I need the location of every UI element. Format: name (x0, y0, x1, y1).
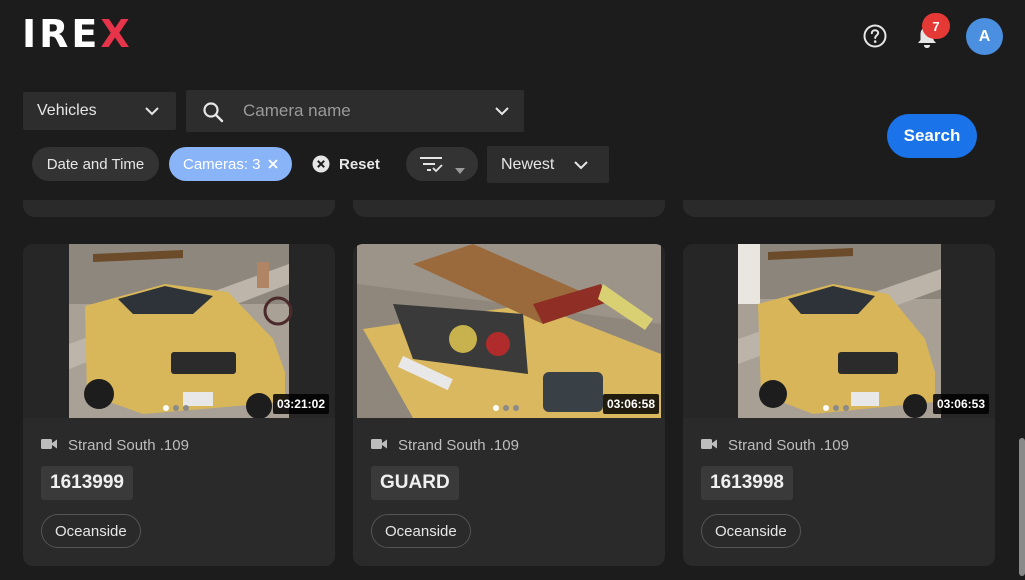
date-time-label: Date and Time (46, 155, 145, 173)
video-camera-icon (701, 437, 717, 454)
camera-info: Strand South .109 (41, 437, 189, 454)
image-carousel-dots[interactable] (493, 405, 519, 411)
chevron-down-icon (144, 103, 160, 124)
search-icon (202, 101, 224, 128)
timestamp-badge: 03:06:53 (932, 394, 989, 414)
user-avatar[interactable]: A (966, 18, 1003, 55)
timestamp-badge: 03:06:58 (602, 394, 659, 414)
clear-circle-icon (312, 155, 330, 173)
object-type-select[interactable]: Vehicles (23, 92, 176, 130)
filter-options-button[interactable] (406, 147, 478, 181)
scrollbar[interactable] (1019, 438, 1025, 576)
sort-value: Newest (501, 155, 555, 173)
camera-info: Strand South .109 (371, 437, 519, 454)
vehicle-snapshot[interactable]: 03:21:02 (23, 244, 335, 418)
irex-logo[interactable]: IREX (22, 14, 133, 54)
result-card[interactable]: 03:06:58 Strand South .109 GUARD Oceansi… (353, 244, 665, 566)
previous-result-card[interactable] (683, 200, 995, 217)
logo-x: X (100, 12, 133, 56)
logo-text: IRE (22, 12, 101, 56)
license-plate: 1613998 (701, 466, 793, 500)
camera-name: Strand South .109 (728, 437, 849, 454)
camera-name: Strand South .109 (68, 437, 189, 454)
camera-name-input[interactable]: Camera name (186, 90, 524, 132)
reset-label: Reset (339, 155, 380, 173)
previous-result-card[interactable] (23, 200, 335, 217)
caret-down-icon (455, 161, 465, 179)
video-camera-icon (41, 437, 57, 454)
sort-select[interactable]: Newest (487, 146, 609, 183)
camera-name-placeholder: Camera name (243, 101, 351, 120)
notification-count-badge: 7 (922, 13, 950, 39)
cameras-chip-label: Cameras: 3 (183, 155, 261, 173)
chevron-down-icon (573, 157, 589, 178)
filter-bar: Vehicles Camera name Date and Time Camer… (0, 72, 1025, 200)
vehicle-snapshot[interactable]: 03:06:58 (353, 244, 665, 418)
result-card[interactable]: 03:21:02 Strand South .109 1613999 Ocean… (23, 244, 335, 566)
timestamp-badge: 03:21:02 (272, 394, 329, 414)
object-type-value: Vehicles (37, 102, 97, 119)
vehicle-snapshot[interactable]: 03:06:53 (683, 244, 995, 418)
license-plate: 1613999 (41, 466, 133, 500)
result-card[interactable]: 03:06:53 Strand South .109 1613998 Ocean… (683, 244, 995, 566)
help-icon[interactable] (862, 23, 888, 49)
location-chip[interactable]: Oceanside (371, 514, 471, 548)
reset-button[interactable]: Reset (312, 147, 380, 181)
camera-name: Strand South .109 (398, 437, 519, 454)
filter-list-icon (419, 155, 443, 178)
location-chip[interactable]: Oceanside (701, 514, 801, 548)
date-time-chip[interactable]: Date and Time (32, 147, 159, 181)
location-chip[interactable]: Oceanside (41, 514, 141, 548)
results-grid: 03:21:02 Strand South .109 1613999 Ocean… (0, 200, 1025, 580)
image-carousel-dots[interactable] (823, 405, 849, 411)
video-camera-icon (371, 437, 387, 454)
search-button[interactable]: Search (887, 114, 977, 158)
camera-info: Strand South .109 (701, 437, 849, 454)
license-plate: GUARD (371, 466, 459, 500)
top-bar: IREX 7 A (0, 0, 1025, 72)
cameras-chip[interactable]: Cameras: 3 (169, 147, 292, 181)
close-icon[interactable] (266, 157, 280, 175)
chevron-down-icon[interactable] (494, 103, 510, 124)
previous-result-card[interactable] (353, 200, 665, 217)
image-carousel-dots[interactable] (163, 405, 189, 411)
